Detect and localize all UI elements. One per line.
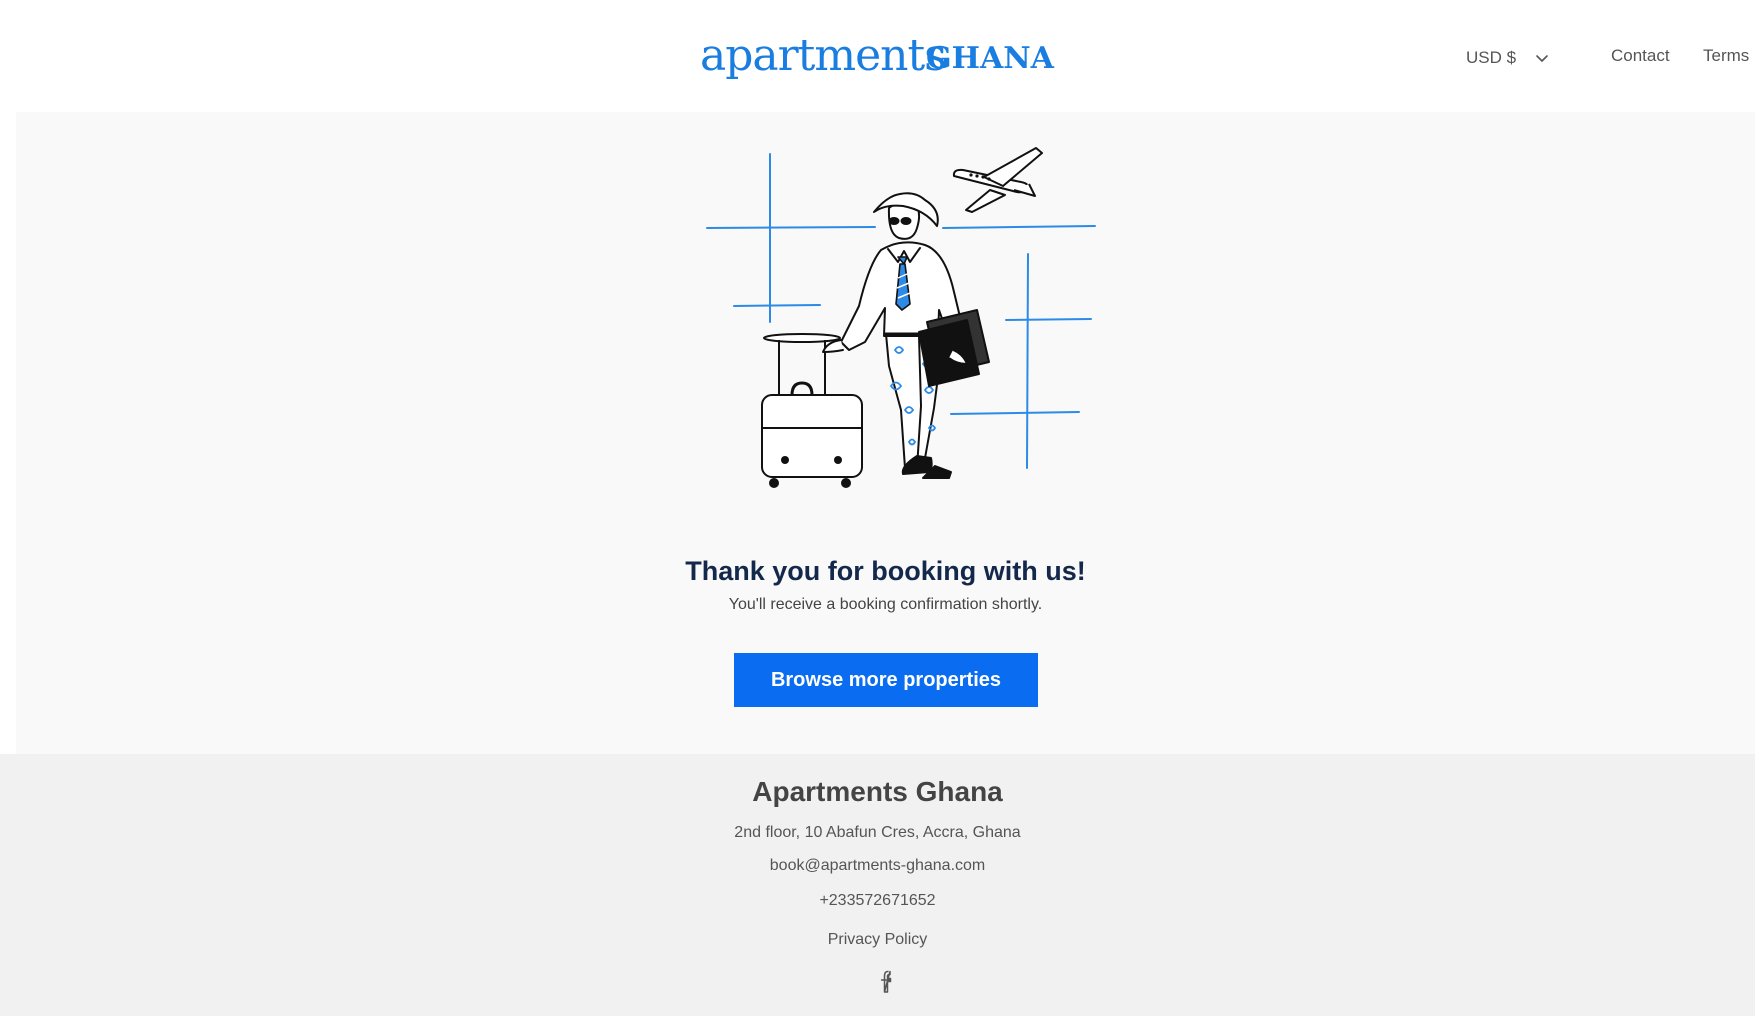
facebook-icon[interactable] <box>875 968 897 994</box>
footer-email[interactable]: book@apartments-ghana.com <box>0 857 1755 875</box>
traveler-with-suitcase-illustration <box>706 147 1096 488</box>
footer-address: 2nd floor, 10 Abafun Cres, Accra, Ghana <box>734 824 1021 841</box>
footer-privacy-link[interactable]: Privacy Policy <box>0 931 1755 949</box>
nav-contact-link[interactable]: Contact <box>1611 46 1670 66</box>
browse-more-properties-button[interactable]: Browse more properties <box>734 653 1038 707</box>
confirmation-section: Thank you for booking with us! You'll re… <box>16 112 1755 754</box>
footer-company-name: Apartments Ghana <box>752 776 1003 807</box>
confirmation-subtitle: You'll receive a booking confirmation sh… <box>728 596 1043 613</box>
site-logo[interactable]: apartments GHANA <box>700 28 1054 88</box>
logo-word-ghana: GHANA <box>926 41 1054 76</box>
currency-label: USD $ <box>1466 48 1517 67</box>
footer-phone[interactable]: +233572671652 <box>0 892 1755 910</box>
site-footer: Apartments Ghana 2nd floor, 10 Abafun Cr… <box>0 754 1755 1016</box>
site-header: apartments GHANA USD $ Contact Terms <box>0 0 1755 112</box>
currency-selector[interactable]: USD $ <box>1466 44 1550 72</box>
page-title: Thank you for booking with us! <box>685 556 1086 586</box>
chevron-down-icon <box>1536 55 1548 62</box>
nav-terms-link[interactable]: Terms <box>1703 46 1749 66</box>
logo-word-apartments: apartments <box>700 30 947 81</box>
